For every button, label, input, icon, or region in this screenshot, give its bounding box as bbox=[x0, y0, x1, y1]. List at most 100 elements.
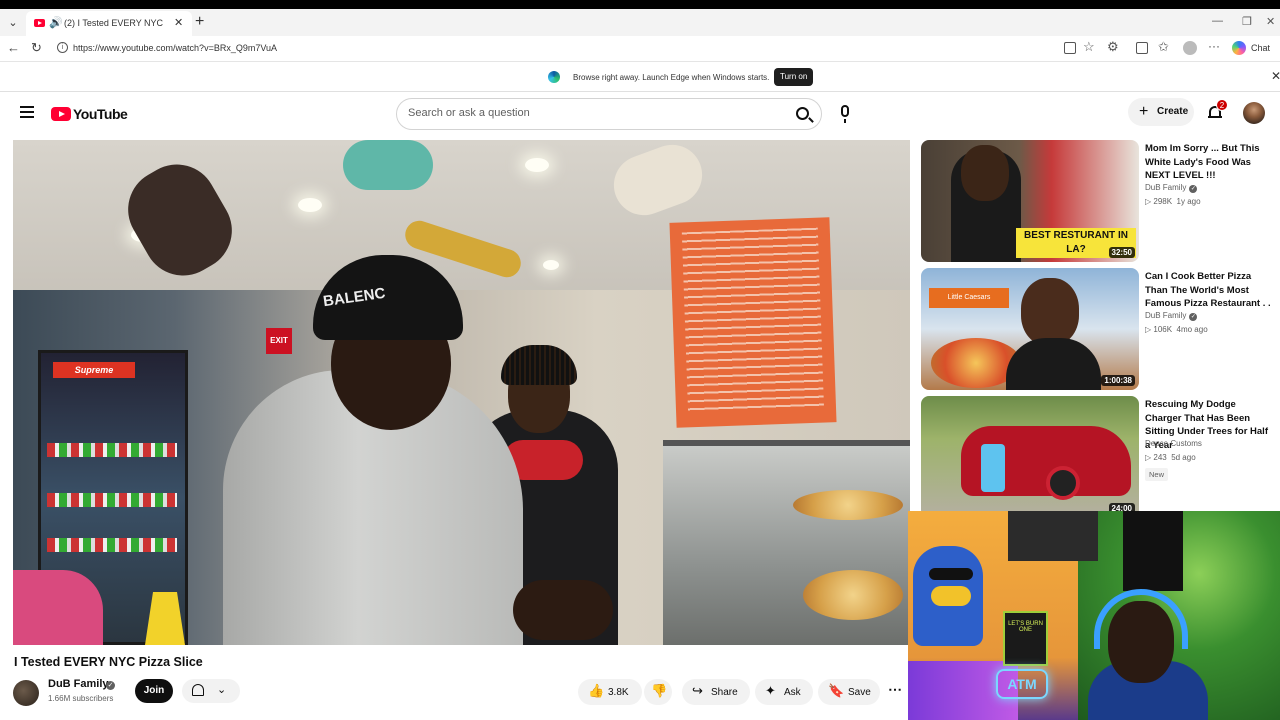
recommendation-meta: ▷ 298K 1y ago bbox=[1145, 197, 1201, 206]
webcam-tv bbox=[1008, 511, 1098, 561]
notification-count-badge: 2 bbox=[1216, 99, 1228, 111]
notification-message: Browse right away. Launch Edge when Wind… bbox=[573, 73, 770, 82]
save-button[interactable]: 🔖 Save bbox=[818, 679, 880, 705]
back-icon[interactable]: ← bbox=[7, 40, 20, 55]
share-button[interactable]: ↪ Share bbox=[682, 679, 750, 705]
edge-logo-icon bbox=[548, 71, 560, 83]
share-label: Share bbox=[711, 687, 738, 698]
account-avatar[interactable] bbox=[1243, 102, 1265, 124]
like-button[interactable]: 👍 3.8K bbox=[578, 679, 642, 705]
pizza-pie bbox=[793, 490, 903, 520]
recommendation-item[interactable]: BEST RESTURANT IN LA? 32:50 Mom Im Sorry… bbox=[921, 140, 1271, 262]
split-screen-icon[interactable] bbox=[1064, 42, 1076, 54]
close-window-icon[interactable]: ✕ bbox=[1266, 15, 1275, 28]
ceiling-light bbox=[298, 198, 322, 212]
tab-title: (2) I Tested EVERY NYC Pizza Slice bbox=[64, 18, 164, 28]
orange-poster bbox=[669, 217, 837, 428]
ask-button[interactable]: ✦ Ask bbox=[755, 679, 813, 705]
duration-badge: 1:00:38 bbox=[1101, 375, 1135, 386]
recommendation-channel[interactable]: Deuce Customs bbox=[1145, 439, 1202, 448]
like-count: 3.8K bbox=[608, 687, 629, 698]
pizza-pie bbox=[803, 570, 903, 620]
recommendation-title[interactable]: Mom Im Sorry ... But This White Lady's F… bbox=[1145, 142, 1271, 183]
minimize-icon[interactable]: — bbox=[1212, 15, 1223, 27]
create-label: Create bbox=[1157, 106, 1189, 117]
youtube-favicon-icon bbox=[34, 19, 45, 27]
address-bar[interactable]: i https://www.youtube.com/watch?v=BRx_Q9… bbox=[52, 39, 1102, 59]
webcam-hanging-shirt bbox=[1123, 511, 1183, 591]
webcam-poster: LET'S BURN ONE bbox=[1003, 611, 1048, 666]
url-text[interactable]: https://www.youtube.com/watch?v=BRx_Q9m7… bbox=[73, 43, 277, 53]
site-info-icon[interactable]: i bbox=[57, 42, 68, 53]
recommendation-channel[interactable]: DuB Family ✓ bbox=[1145, 311, 1198, 321]
host-hands bbox=[513, 580, 613, 640]
more-menu-icon[interactable]: ··· bbox=[1208, 39, 1220, 53]
search-box[interactable]: Search or ask a question bbox=[396, 98, 822, 130]
create-button[interactable]: + Create bbox=[1128, 98, 1194, 126]
recommendation-meta: ▷ 243 5d ago bbox=[1145, 453, 1196, 462]
subscription-bell-button[interactable]: ⌄ bbox=[182, 679, 240, 703]
extensions-icon[interactable]: ⚙ bbox=[1107, 39, 1119, 55]
favorite-star-icon[interactable]: ☆ bbox=[1083, 39, 1095, 55]
video-player[interactable]: Supreme EXIT BALENC bbox=[13, 140, 910, 645]
browser-essentials-icon[interactable] bbox=[1136, 42, 1148, 54]
share-icon: ↪ bbox=[692, 683, 703, 698]
recommendation-title[interactable]: Can I Cook Better Pizza Than The World's… bbox=[1145, 270, 1271, 311]
audio-playing-icon[interactable]: 🔊 bbox=[49, 16, 63, 29]
search-icon[interactable] bbox=[796, 107, 809, 120]
channel-name[interactable]: DuB Family bbox=[48, 678, 109, 690]
new-tab-icon[interactable]: + bbox=[195, 13, 204, 31]
recommendation-meta: ▷ 106K 4mo ago bbox=[1145, 325, 1208, 334]
bell-icon bbox=[192, 684, 204, 696]
thumbnail-caption: Little Caesars bbox=[929, 288, 1009, 308]
recommendation-item[interactable]: Little Caesars 1:00:38 Can I Cook Better… bbox=[921, 268, 1271, 390]
browser-tab-bar: ⌄ 🔊 (2) I Tested EVERY NYC Pizza Slice ✕… bbox=[0, 9, 1280, 36]
close-notification-icon[interactable]: ✕ bbox=[1271, 69, 1280, 83]
streamer-webcam-overlay: LET'S BURN ONE ATM bbox=[908, 511, 1280, 720]
supreme-sign: Supreme bbox=[53, 362, 135, 378]
more-actions-icon[interactable]: ⋯ bbox=[888, 681, 902, 698]
bookmark-icon: 🔖 bbox=[828, 683, 845, 698]
close-tab-icon[interactable]: ✕ bbox=[174, 16, 183, 29]
youtube-wordmark: YouTube bbox=[73, 106, 128, 122]
video-thumbnail[interactable]: Little Caesars 1:00:38 bbox=[921, 268, 1139, 390]
thumbs-up-icon: 👍 bbox=[588, 683, 605, 698]
verified-badge-icon: ✓ bbox=[1189, 185, 1198, 193]
join-button[interactable]: Join bbox=[135, 679, 173, 703]
pink-jacket bbox=[13, 570, 103, 645]
youtube-play-icon bbox=[51, 107, 71, 121]
browser-toolbar: ← ↻ i https://www.youtube.com/watch?v=BR… bbox=[0, 36, 1280, 62]
notifications-bell-icon[interactable]: 2 bbox=[1208, 99, 1228, 119]
refresh-icon[interactable]: ↻ bbox=[31, 40, 42, 56]
duration-badge: 32:50 bbox=[1108, 247, 1135, 258]
voice-search-icon[interactable] bbox=[841, 105, 849, 123]
video-title: I Tested EVERY NYC Pizza Slice bbox=[14, 655, 203, 669]
ceiling-light bbox=[525, 158, 549, 172]
webcam-plush-figure bbox=[913, 546, 983, 646]
guide-menu-icon[interactable] bbox=[20, 106, 34, 118]
webcam-neon-sign: ATM bbox=[996, 669, 1048, 699]
search-input[interactable]: Search or ask a question bbox=[408, 107, 530, 119]
turn-on-button[interactable]: Turn on bbox=[774, 68, 814, 86]
profile-avatar[interactable] bbox=[1183, 41, 1197, 55]
ceiling-light bbox=[543, 260, 559, 270]
thumbs-down-icon: 👎 bbox=[651, 683, 668, 698]
video-thumbnail[interactable]: BEST RESTURANT IN LA? 32:50 bbox=[921, 140, 1139, 262]
exit-sign: EXIT bbox=[266, 328, 292, 354]
channel-avatar[interactable] bbox=[13, 680, 39, 706]
ask-label: Ask bbox=[784, 687, 801, 698]
tab-actions-menu-icon[interactable]: ⌄ bbox=[4, 14, 22, 32]
chevron-down-icon: ⌄ bbox=[217, 684, 227, 696]
subscriber-count: 1.66M subscribers bbox=[48, 694, 114, 703]
chat-button[interactable]: Chat bbox=[1251, 43, 1270, 53]
favorites-icon[interactable]: ✩ bbox=[1158, 39, 1169, 55]
wall-skateboard bbox=[343, 140, 433, 190]
maximize-icon[interactable]: ❐ bbox=[1242, 15, 1252, 28]
recommendation-channel[interactable]: DuB Family ✓ bbox=[1145, 183, 1198, 193]
recommendation-item[interactable]: 24:00 Rescuing My Dodge Charger That Has… bbox=[921, 396, 1271, 518]
dislike-button[interactable]: 👎 bbox=[644, 679, 672, 705]
copilot-icon[interactable] bbox=[1232, 41, 1246, 55]
video-thumbnail[interactable]: 24:00 bbox=[921, 396, 1139, 518]
browser-tab-active[interactable]: 🔊 (2) I Tested EVERY NYC Pizza Slice ✕ bbox=[26, 11, 192, 36]
save-label: Save bbox=[848, 687, 871, 698]
